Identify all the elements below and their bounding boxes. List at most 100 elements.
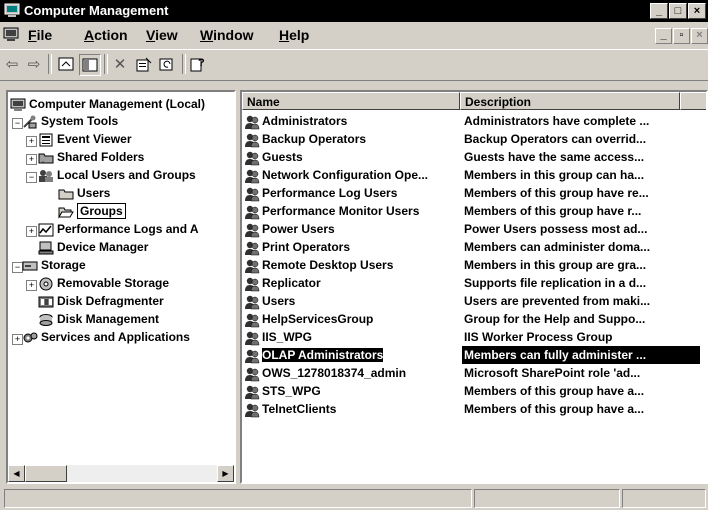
- column-header-description[interactable]: Description: [460, 92, 680, 110]
- tree-item-local-users-groups[interactable]: Local Users and Groups: [38, 167, 196, 184]
- show-hide-console-tree-icon[interactable]: [79, 54, 101, 76]
- forward-icon[interactable]: ⇨: [24, 54, 44, 74]
- group-icon: [245, 205, 260, 220]
- group-name-cell: Network Configuration Ope...: [244, 166, 459, 184]
- group-icon: [245, 349, 260, 364]
- details-list[interactable]: Name Description Administrators Administr…: [240, 90, 708, 484]
- group-name: Network Configuration Ope...: [262, 168, 429, 182]
- group-description: Group for the Help and Suppo...: [464, 312, 646, 326]
- list-row[interactable]: Network Configuration Ope... Members in t…: [242, 166, 706, 184]
- group-name: OWS_1278018374_admin: [262, 366, 407, 380]
- child-minimize-button[interactable]: _: [655, 28, 672, 44]
- tree-item-computer-management[interactable]: Computer Management (Local): [10, 96, 205, 113]
- list-row[interactable]: IIS_WPG IIS Worker Process Group: [242, 328, 706, 346]
- expand-removable-storage[interactable]: +: [26, 280, 37, 291]
- tree-item-disk-management[interactable]: Disk Management: [38, 311, 159, 328]
- refresh-icon[interactable]: [157, 54, 177, 74]
- group-name-cell: TelnetClients: [244, 400, 459, 418]
- group-name: Replicator: [262, 276, 321, 290]
- tree-item-disk-defragmenter[interactable]: Disk Defragmenter: [38, 293, 164, 310]
- tree-item-shared-folders[interactable]: Shared Folders: [38, 149, 144, 166]
- scroll-right-icon[interactable]: ▶: [217, 465, 234, 482]
- minimize-button[interactable]: _: [650, 3, 668, 19]
- list-row[interactable]: OWS_1278018374_admin Microsoft SharePoint…: [242, 364, 706, 382]
- group-description: Backup Operators can overrid...: [464, 132, 647, 146]
- title-bar[interactable]: Computer Management _ □ ×: [0, 0, 708, 22]
- list-row[interactable]: TelnetClients Members of this group have …: [242, 400, 706, 418]
- menu-action[interactable]: Action: [84, 27, 128, 43]
- column-header-empty[interactable]: [680, 92, 706, 110]
- menu-bar: File Action View Window Help _ ▫ ×: [0, 23, 708, 47]
- tree-item-performance-logs[interactable]: Performance Logs and A: [38, 221, 199, 238]
- toolbar-separator: [104, 54, 108, 74]
- list-row[interactable]: Power Users Power Users possess most ad..…: [242, 220, 706, 238]
- list-row[interactable]: Print Operators Members can administer do…: [242, 238, 706, 256]
- group-icon: [245, 385, 260, 400]
- menu-view[interactable]: View: [146, 27, 178, 43]
- list-row[interactable]: Replicator Supports file replication in a…: [242, 274, 706, 292]
- menu-file[interactable]: File: [28, 27, 52, 43]
- defragmenter-icon: [38, 296, 54, 308]
- group-name-cell: Administrators: [244, 112, 459, 130]
- properties-icon[interactable]: [134, 54, 154, 74]
- child-restore-button[interactable]: ▫: [673, 28, 690, 44]
- tree-item-event-viewer[interactable]: Event Viewer: [38, 131, 131, 148]
- list-row[interactable]: Backup Operators Backup Operators can ove…: [242, 130, 706, 148]
- list-row[interactable]: Remote Desktop Users Members in this grou…: [242, 256, 706, 274]
- close-button[interactable]: ×: [688, 3, 706, 19]
- group-description: Guests have the same access...: [464, 150, 645, 164]
- status-cell-2: [474, 489, 620, 508]
- group-description: Members of this group have r...: [464, 204, 642, 218]
- scroll-left-icon[interactable]: ◀: [8, 465, 25, 482]
- group-icon: [245, 187, 260, 202]
- expand-performance-logs[interactable]: +: [26, 226, 37, 237]
- column-header-name[interactable]: Name: [242, 92, 460, 110]
- expand-shared-folders[interactable]: +: [26, 154, 37, 165]
- list-row[interactable]: Performance Monitor Users Members of this…: [242, 202, 706, 220]
- list-row[interactable]: Administrators Administrators have comple…: [242, 112, 706, 130]
- delete-icon[interactable]: ✕: [110, 54, 130, 74]
- list-row[interactable]: STS_WPG Members of this group have a...: [242, 382, 706, 400]
- group-name: STS_WPG: [262, 384, 321, 398]
- shared-folders-icon: [38, 153, 54, 164]
- folder-open-icon: [58, 207, 74, 219]
- back-icon[interactable]: ⇦: [2, 54, 22, 74]
- tree-item-removable-storage[interactable]: Removable Storage: [38, 275, 169, 292]
- group-name-cell: Backup Operators: [244, 130, 459, 148]
- group-name-cell: Power Users: [244, 220, 459, 238]
- group-icon: [245, 133, 260, 148]
- group-icon: [245, 277, 260, 292]
- group-name-cell: STS_WPG: [244, 382, 459, 400]
- group-name-cell: HelpServicesGroup: [244, 310, 459, 328]
- list-row[interactable]: Performance Log Users Members of this gro…: [242, 184, 706, 202]
- disk-management-icon: [39, 313, 53, 326]
- group-name: TelnetClients: [262, 402, 337, 416]
- expand-event-viewer[interactable]: +: [26, 136, 37, 147]
- menu-window[interactable]: Window: [200, 27, 254, 43]
- group-name: Power Users: [262, 222, 335, 236]
- group-description: Users are prevented from maki...: [464, 294, 651, 308]
- list-row[interactable]: Guests Guests have the same access...: [242, 148, 706, 166]
- menu-help[interactable]: Help: [279, 27, 309, 43]
- list-row[interactable]: Users Users are prevented from maki...: [242, 292, 706, 310]
- list-row[interactable]: HelpServicesGroup Group for the Help and …: [242, 310, 706, 328]
- child-window-icon[interactable]: [3, 27, 19, 42]
- tree-item-users[interactable]: Users: [58, 185, 110, 202]
- tree-item-system-tools[interactable]: System Tools: [22, 113, 118, 130]
- scrollbar-thumb[interactable]: [25, 465, 67, 482]
- up-one-level-icon[interactable]: [56, 54, 76, 74]
- tree-item-storage[interactable]: Storage: [22, 257, 86, 274]
- help-icon[interactable]: ?: [188, 54, 208, 74]
- group-description: Members can fully administer ...: [462, 346, 700, 364]
- tree-item-services-applications[interactable]: Services and Applications: [22, 329, 190, 346]
- collapse-local-users-groups[interactable]: −: [26, 172, 37, 183]
- tree-item-groups[interactable]: Groups: [58, 203, 126, 220]
- child-close-button[interactable]: ×: [691, 28, 708, 44]
- group-name: IIS_WPG: [262, 330, 313, 344]
- maximize-button[interactable]: □: [669, 3, 687, 19]
- device-manager-icon: [38, 241, 54, 255]
- console-tree[interactable]: Computer Management (Local) − System Too…: [6, 90, 236, 484]
- tree-item-device-manager[interactable]: Device Manager: [38, 239, 148, 256]
- tree-horizontal-scrollbar[interactable]: ◀ ▶: [8, 465, 234, 482]
- list-row[interactable]: OLAP Administrators Members can fully adm…: [242, 346, 706, 364]
